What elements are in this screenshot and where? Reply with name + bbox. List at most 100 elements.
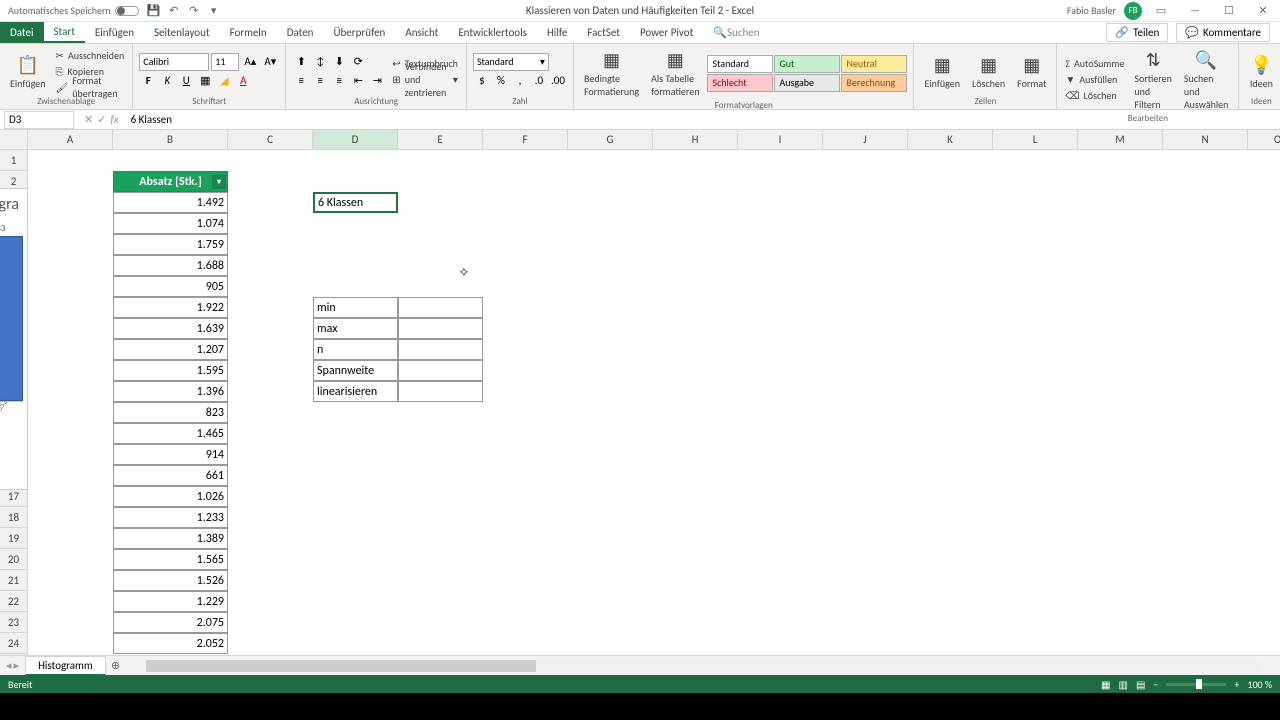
indent-inc-icon[interactable]: ⇥ [368,72,386,90]
select-all-corner[interactable] [0,130,28,150]
insert-cells-button[interactable]: ▦Einfügen [920,46,964,96]
enter-formula-icon[interactable]: ✓ [97,113,106,126]
table-row[interactable]: 1.233 [113,507,228,528]
number-format-select[interactable]: Standard ▾ [473,53,549,71]
row-header-23[interactable]: 23 [0,612,28,633]
sheet-tab-histogramm[interactable]: Histogramm [25,656,106,676]
row-header-1[interactable]: 1 [0,150,28,171]
cell-max-value[interactable] [398,318,483,339]
font-color-button[interactable]: A [234,72,252,90]
tab-review[interactable]: Überprüfen [323,22,395,43]
sheet-nav-next-icon[interactable]: ▸ [14,659,20,672]
view-pagebreak-icon[interactable]: ▤ [1136,678,1145,691]
cancel-formula-icon[interactable]: ✕ [84,113,93,126]
maximize-icon[interactable]: ☐ [1214,1,1244,21]
redo-icon[interactable]: ↷ [187,4,201,18]
zoom-slider[interactable] [1166,683,1226,686]
fill-color-button[interactable]: ◢ [215,72,233,90]
table-row[interactable]: 1.229 [113,591,228,612]
align-middle-icon[interactable]: ↕ [311,53,329,71]
indent-dec-icon[interactable]: ⇤ [349,72,367,90]
tab-factset[interactable]: FactSet [577,22,630,43]
sheet-nav-prev-icon[interactable]: ◂ [6,659,12,672]
align-bottom-icon[interactable]: ⬇ [330,53,348,71]
cell-max-label[interactable]: max [313,318,398,339]
ribbon-display-icon[interactable]: ▭ [1146,1,1176,21]
format-painter-button[interactable]: 🖌 Format übertragen [54,80,127,95]
paste-button[interactable]: 📋Einfügen [6,46,50,96]
table-row[interactable]: 2.075 [113,612,228,633]
view-pagelayout-icon[interactable]: ▥ [1119,678,1128,691]
active-cell[interactable]: 6 Klassen [313,192,398,213]
col-header-B[interactable]: B [113,130,228,150]
percent-icon[interactable]: % [492,72,510,90]
table-row[interactable]: 1.207 [113,339,228,360]
col-header-C[interactable]: C [228,130,313,150]
decrease-font-icon[interactable]: A▾ [261,53,279,71]
table-row[interactable]: 1.026 [113,486,228,507]
find-select-button[interactable]: 🔍Suchen und Auswählen [1180,46,1233,113]
tab-formulas[interactable]: Formeln [220,22,277,43]
table-row[interactable]: 1.526 [113,570,228,591]
table-row[interactable]: 1.759 [113,234,228,255]
row-header-20[interactable]: 20 [0,549,28,570]
filter-dropdown-icon[interactable]: ▾ [212,175,226,189]
delete-cells-button[interactable]: ▦Löschen [968,46,1009,96]
view-normal-icon[interactable]: ▦ [1101,678,1110,691]
table-row[interactable]: 1.389 [113,528,228,549]
currency-icon[interactable]: $ [473,72,491,90]
style-bad[interactable]: Schlecht [707,74,773,92]
cell-spann-value[interactable] [398,360,483,381]
style-neutral[interactable]: Neutral [841,55,907,73]
style-calc[interactable]: Berechnung [841,74,907,92]
qat-customize-icon[interactable]: ▾ [207,4,221,18]
table-row[interactable]: 1.465 [113,423,228,444]
conditional-format-button[interactable]: ▦Bedingte Formatierung [580,46,643,100]
row-header-19[interactable]: 19 [0,528,28,549]
tab-start[interactable]: Start [44,22,85,43]
style-standard[interactable]: Standard [707,55,773,73]
tab-view[interactable]: Ansicht [395,22,448,43]
tab-file[interactable]: Datei [0,22,44,43]
tab-powerpivot[interactable]: Power Pivot [630,22,703,43]
align-right-icon[interactable]: ≡ [330,72,348,90]
table-row[interactable]: 1.595 [113,360,228,381]
table-row[interactable]: 661 [113,465,228,486]
table-row[interactable]: 1.565 [113,549,228,570]
format-cells-button[interactable]: ▦Format [1013,46,1050,96]
tab-data[interactable]: Daten [277,22,324,43]
row-header-22[interactable]: 22 [0,591,28,612]
ideas-button[interactable]: 💡Ideen [1245,46,1277,96]
tab-pagelayout[interactable]: Seitenlayout [144,22,220,43]
comma-icon[interactable]: , [511,72,529,90]
tab-developer[interactable]: Entwicklertools [448,22,537,43]
font-name-select[interactable]: Calibri [139,53,209,71]
inc-decimal-icon[interactable]: .0 [530,72,548,90]
underline-button[interactable]: U [177,72,195,90]
style-good[interactable]: Gut [774,55,840,73]
col-header-F[interactable]: F [483,130,568,150]
undo-icon[interactable]: ↶ [167,4,181,18]
tab-help[interactable]: Hilfe [537,22,577,43]
cell-linear-value[interactable] [398,381,483,402]
cell-n-value[interactable] [398,339,483,360]
tab-insert[interactable]: Einfügen [85,22,144,43]
italic-button[interactable]: K [158,72,176,90]
horizontal-scrollbar[interactable] [146,660,1260,672]
table-row[interactable]: 1.922 [113,297,228,318]
font-size-select[interactable]: 11 [211,53,239,71]
cut-button[interactable]: ✂ Ausschneiden [54,48,127,63]
user-avatar[interactable]: FB [1124,2,1142,20]
cell-min-label[interactable]: min [313,297,398,318]
table-row[interactable]: 1.074 [113,213,228,234]
sort-filter-button[interactable]: ⇅Sortieren und Filtern [1130,46,1176,113]
tell-me[interactable]: 🔍 Suchen [703,22,769,43]
minimize-icon[interactable]: — [1180,1,1210,21]
col-header-M[interactable]: M [1078,130,1163,150]
zoom-percent[interactable]: 100 % [1247,678,1272,691]
align-left-icon[interactable]: ≡ [292,72,310,90]
chart-object[interactable]: Diagra 0102030405060708090 1333606583 [4… [0,188,28,490]
cell-linear-label[interactable]: linearisieren [313,381,398,402]
border-button[interactable]: ▦ [196,72,214,90]
col-header-J[interactable]: J [823,130,908,150]
